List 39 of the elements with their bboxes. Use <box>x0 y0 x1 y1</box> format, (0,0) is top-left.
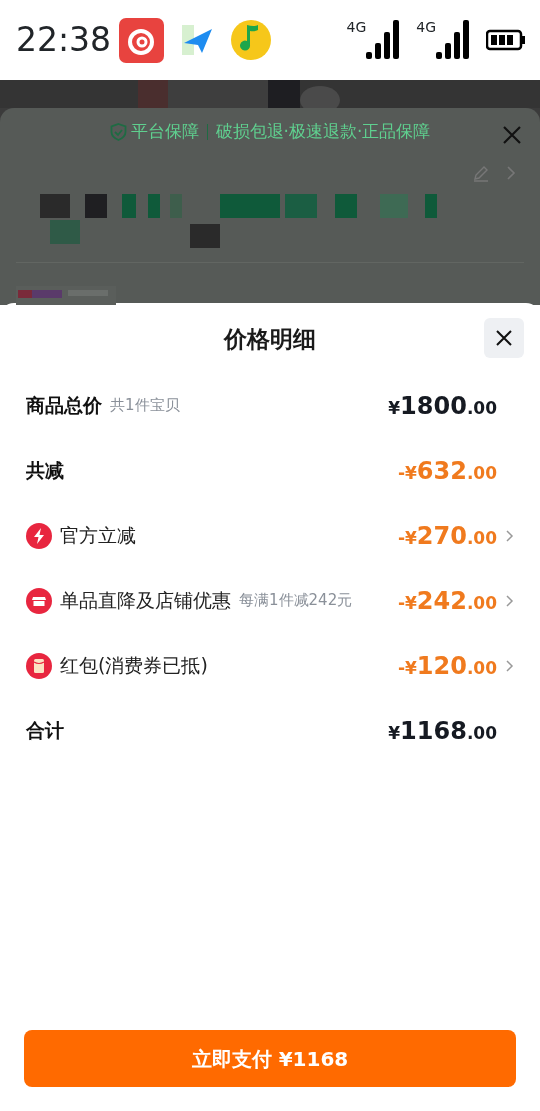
signal-icon <box>436 18 470 60</box>
price-label: 商品总价 <box>26 393 102 419</box>
chevron-icon[interactable] <box>505 658 514 673</box>
paper-plane-icon <box>180 23 215 57</box>
chevron-icon[interactable] <box>505 593 514 608</box>
close-icon[interactable] <box>502 124 522 145</box>
price-label: 官方立减 <box>60 523 136 549</box>
price-label: 共减 <box>26 458 64 484</box>
sheet-title: 价格明细 <box>224 324 316 354</box>
shield-icon <box>109 123 127 142</box>
price-label: 红包(消费券已抵) <box>60 653 208 679</box>
price-note: 每满1件减242元 <box>239 590 353 612</box>
signal-icon <box>366 18 401 60</box>
price-amount: -¥632.00 <box>397 455 497 487</box>
price-label: 合计 <box>26 718 64 744</box>
battery-icon <box>486 29 526 51</box>
close-icon <box>495 329 513 347</box>
chevron-icon[interactable] <box>506 164 516 182</box>
guarantee-text: 破损包退·极速退款·正品保障 <box>215 120 431 144</box>
shop-icon <box>26 587 52 614</box>
price-amount: -¥120.00 <box>397 650 497 682</box>
pencil-icon[interactable] <box>472 164 490 182</box>
price-amount: ¥1168.00 <box>388 715 497 747</box>
close-button[interactable] <box>484 318 524 358</box>
clock-time: 22:38 <box>16 19 112 62</box>
pay-button[interactable]: 立即支付 ¥1168 <box>24 1030 516 1087</box>
network-type: 4G <box>346 20 367 34</box>
network-type: 4G <box>416 20 436 34</box>
chevron-icon[interactable] <box>505 528 514 543</box>
price-amount: -¥242.00 <box>397 585 497 617</box>
price-label: 单品直降及店铺优惠 <box>60 588 231 614</box>
app-icon <box>119 17 165 63</box>
envelope-icon <box>26 652 52 679</box>
price-amount: ¥1800.00 <box>388 390 497 422</box>
guarantee-label: 平台保障 <box>130 120 199 144</box>
lightning-icon <box>26 522 52 549</box>
price-amount: -¥270.00 <box>397 520 497 552</box>
music-note-icon <box>230 19 273 61</box>
price-note: 共1件宝贝 <box>110 395 180 417</box>
